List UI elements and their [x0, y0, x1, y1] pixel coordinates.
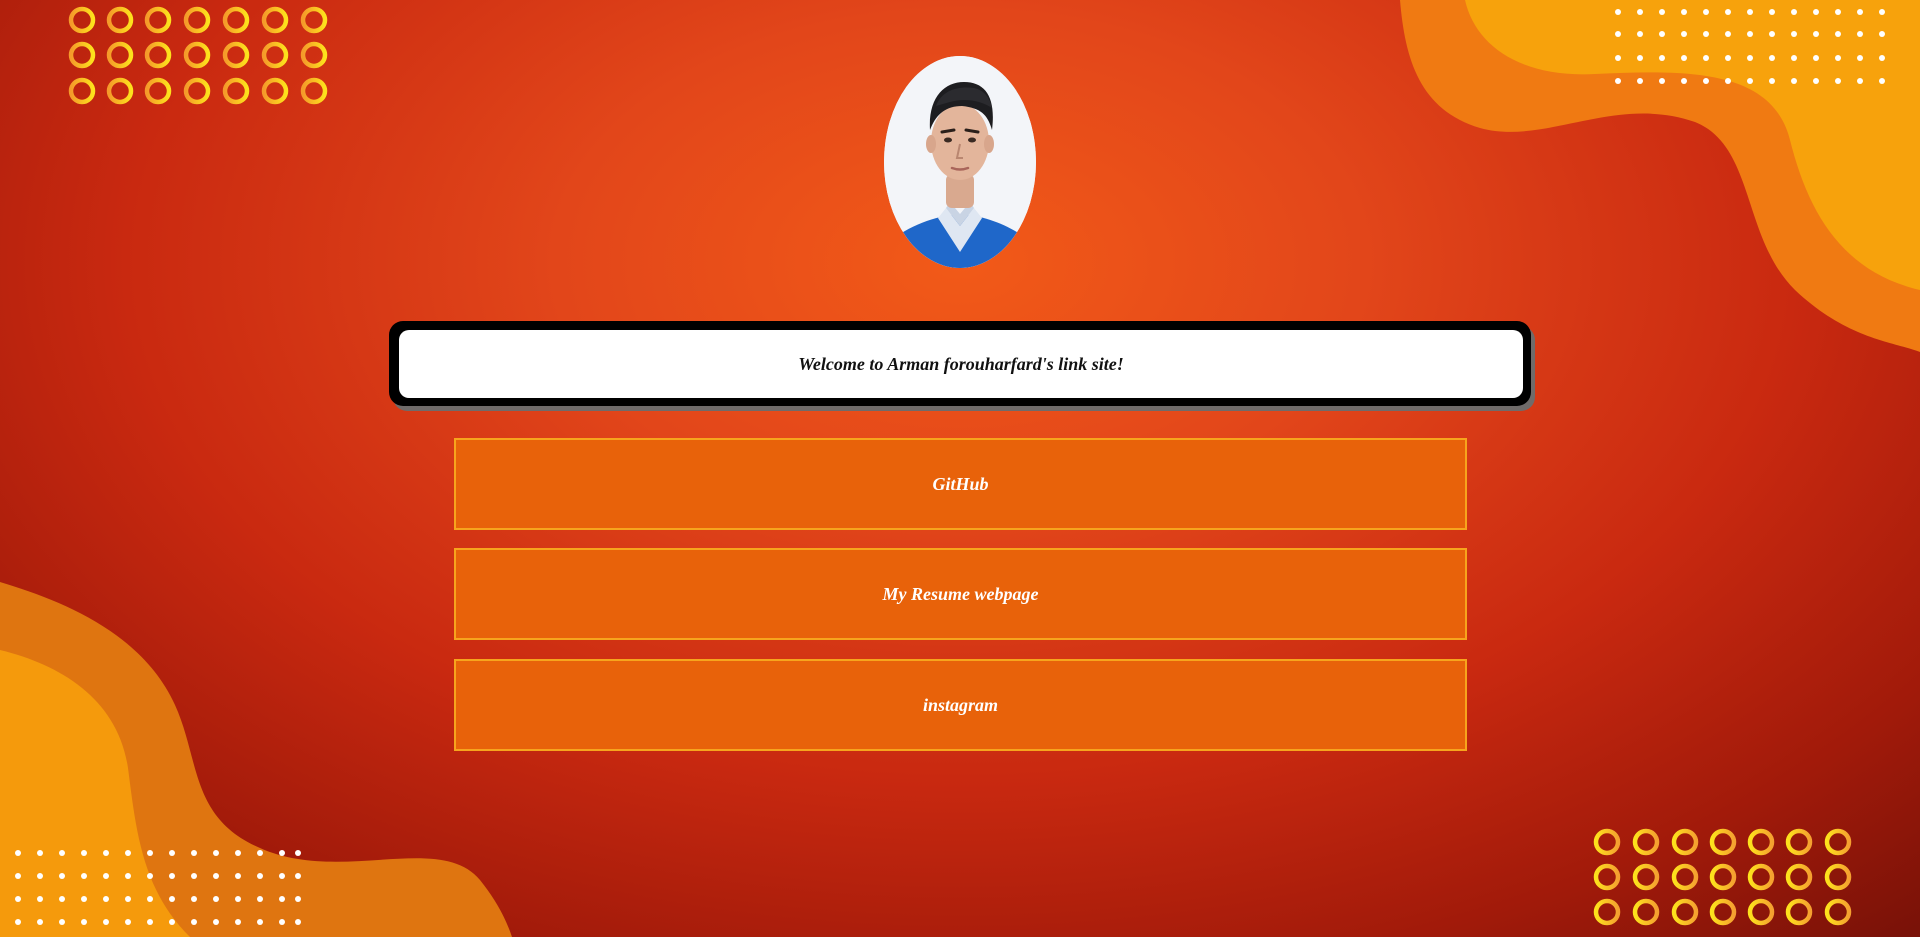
resume-link-label: My Resume webpage — [882, 583, 1039, 604]
profile-avatar — [884, 56, 1036, 268]
github-link-button[interactable]: GitHub — [454, 438, 1467, 530]
welcome-banner-inner: Welcome to Arman forouharfard's link sit… — [399, 330, 1523, 398]
resume-link-button[interactable]: My Resume webpage — [454, 548, 1467, 640]
welcome-banner: Welcome to Arman forouharfard's link sit… — [389, 321, 1531, 406]
instagram-link-button[interactable]: instagram — [454, 659, 1467, 751]
instagram-link-label: instagram — [922, 694, 999, 715]
top-right-dots — [1615, 9, 1885, 84]
github-link-label: GitHub — [932, 473, 989, 494]
top-left-rings — [68, 6, 328, 105]
bottom-right-rings — [1593, 828, 1852, 926]
top-right-wave — [1400, 0, 1920, 352]
bottom-left-dots — [15, 850, 301, 925]
welcome-text: Welcome to Arman forouharfard's link sit… — [798, 353, 1124, 374]
profile-photo-icon — [884, 56, 1036, 268]
bottom-left-wave — [0, 582, 512, 937]
